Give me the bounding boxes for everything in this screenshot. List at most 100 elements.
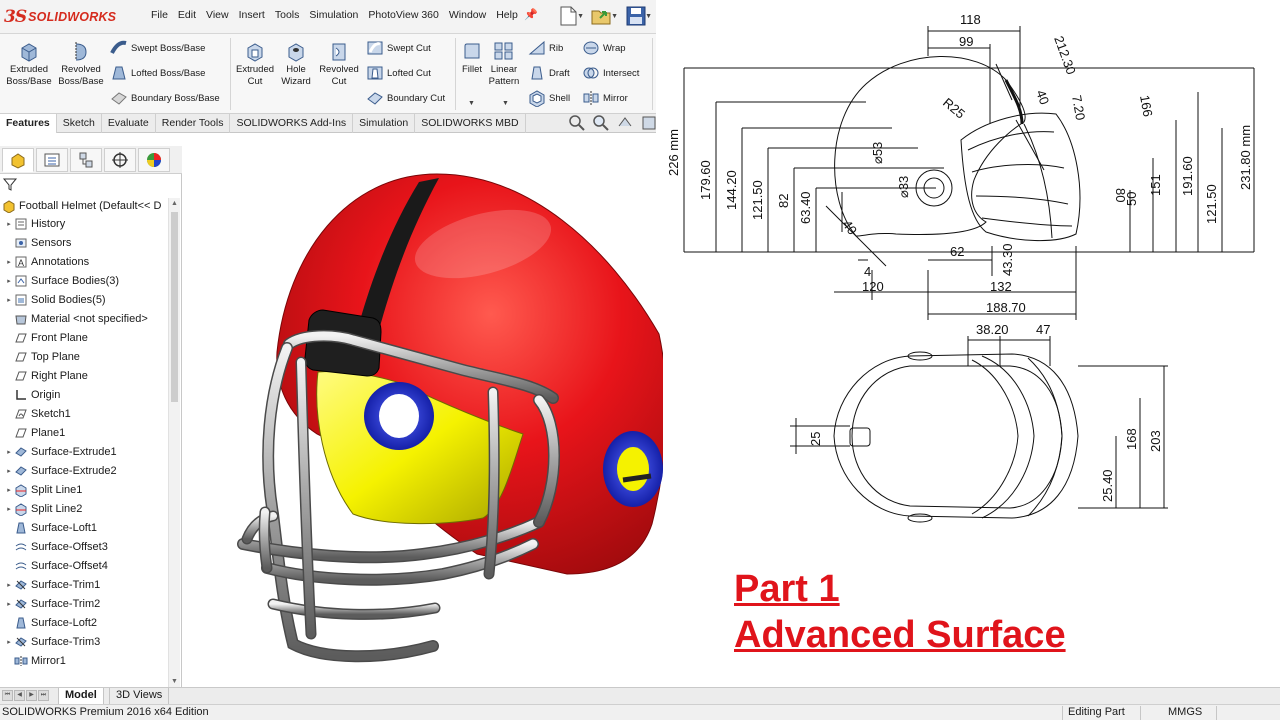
tab-features[interactable]: Features: [0, 114, 57, 133]
tree-item-surface-loft1[interactable]: Surface-Loft1: [4, 519, 97, 537]
chevron-down-icon[interactable]: ▼: [502, 100, 509, 107]
tab-sketch[interactable]: Sketch: [57, 114, 102, 133]
tree-root-part[interactable]: Football Helmet (Default<< D: [2, 198, 161, 214]
expand-arrow-icon[interactable]: ▸: [4, 505, 14, 513]
open-document-button[interactable]: ▼: [590, 4, 618, 28]
shell-button[interactable]: Shell: [528, 87, 570, 109]
feature-tree-scrollbar[interactable]: ▲ ▼: [168, 198, 180, 687]
configuration-manager-tab[interactable]: [70, 148, 102, 172]
tree-item-surface-trim2[interactable]: ▸ Surface-Trim2: [4, 595, 100, 613]
status-units[interactable]: MMGS: [1168, 706, 1202, 718]
menu-view[interactable]: View: [201, 9, 234, 21]
swept-boss-button[interactable]: Swept Boss/Base: [110, 37, 205, 59]
tree-item-annotations[interactable]: ▸ A Annotations: [4, 253, 89, 271]
tree-item-front-plane[interactable]: Front Plane: [4, 329, 88, 347]
filter-icon[interactable]: [2, 176, 18, 192]
extruded-boss-button[interactable]: Extruded Boss/Base: [4, 40, 54, 88]
wrap-button[interactable]: Wrap: [582, 37, 626, 59]
tree-item-surface-bodies[interactable]: ▸ Surface Bodies(3): [4, 272, 119, 290]
boundary-boss-button[interactable]: Boundary Boss/Base: [110, 87, 220, 109]
zoom-to-fit-icon[interactable]: [568, 114, 586, 132]
next-tab-icon[interactable]: ▶: [26, 690, 37, 701]
revolved-boss-icon: [75, 42, 87, 61]
first-tab-icon[interactable]: ⏮: [2, 690, 13, 701]
swept-cut-button[interactable]: Swept Cut: [366, 37, 431, 59]
tab-simulation[interactable]: Simulation: [353, 114, 416, 133]
expand-arrow-icon[interactable]: ▸: [4, 448, 14, 456]
tree-item-top-plane[interactable]: Top Plane: [4, 348, 80, 366]
save-button[interactable]: ▼: [624, 4, 652, 28]
rib-button[interactable]: Rib: [528, 37, 563, 59]
prev-tab-icon[interactable]: ◀: [14, 690, 25, 701]
tree-item-surface-loft2[interactable]: Surface-Loft2: [4, 614, 97, 632]
menu-window[interactable]: Window: [444, 9, 491, 21]
linear-pattern-button[interactable]: Linear Pattern: [484, 40, 524, 88]
previous-view-icon[interactable]: [616, 114, 634, 132]
tab-3d-views[interactable]: 3D Views: [109, 688, 170, 704]
display-manager-tab[interactable]: [138, 148, 170, 172]
zoom-to-area-icon[interactable]: [592, 114, 610, 132]
solidworks-logo[interactable]: 3S SOLIDWORKS: [4, 4, 130, 30]
lofted-boss-button[interactable]: Lofted Boss/Base: [110, 62, 205, 84]
tree-item-plane1[interactable]: Plane1: [4, 424, 65, 442]
lofted-cut-button[interactable]: Lofted Cut: [366, 62, 431, 84]
tab-addins[interactable]: SOLIDWORKS Add-Ins: [230, 114, 354, 133]
expand-arrow-icon[interactable]: ▸: [4, 277, 14, 285]
last-tab-icon[interactable]: ⏭: [38, 690, 49, 701]
tree-item-surface-trim1[interactable]: ▸ Surface-Trim1: [4, 576, 100, 594]
graphics-area[interactable]: [183, 134, 663, 687]
revolved-boss-button[interactable]: Revolved Boss/Base: [56, 40, 106, 88]
menu-photoview[interactable]: PhotoView 360: [363, 9, 443, 21]
tree-item-surface-extrude2[interactable]: ▸ Surface-Extrude2: [4, 462, 116, 480]
tree-item-sketch1[interactable]: Sketch1: [4, 405, 71, 423]
new-document-button[interactable]: ▼: [556, 4, 584, 28]
tree-item-history[interactable]: ▸ History: [4, 215, 65, 233]
scrollbar-thumb[interactable]: [171, 212, 178, 402]
tree-item-surface-offset3[interactable]: Surface-Offset3: [4, 538, 108, 556]
expand-arrow-icon[interactable]: ▸: [4, 486, 14, 494]
menu-simulation[interactable]: Simulation: [304, 9, 363, 21]
tree-item-mirror1[interactable]: Mirror1: [4, 652, 66, 670]
property-manager-tab[interactable]: [36, 148, 68, 172]
revolved-cut-button[interactable]: Revolved Cut: [314, 40, 364, 88]
menu-tools[interactable]: Tools: [270, 9, 305, 21]
menu-file[interactable]: File: [146, 9, 173, 21]
tree-item-sensors[interactable]: Sensors: [4, 234, 71, 252]
intersect-button[interactable]: Intersect: [582, 62, 639, 84]
pin-icon[interactable]: 📌: [524, 8, 538, 21]
tree-item-surface-offset4[interactable]: Surface-Offset4: [4, 557, 108, 575]
tab-mbd[interactable]: SOLIDWORKS MBD: [415, 114, 526, 133]
expand-arrow-icon[interactable]: ▸: [4, 600, 14, 608]
tab-model[interactable]: Model: [58, 688, 104, 704]
scroll-up-icon[interactable]: ▲: [171, 200, 178, 207]
tree-item-solid-bodies[interactable]: ▸ Solid Bodies(5): [4, 291, 105, 309]
menu-edit[interactable]: Edit: [173, 9, 201, 21]
menu-help[interactable]: Help: [491, 9, 523, 21]
feature-manager-tab[interactable]: [2, 148, 34, 172]
scroll-down-icon[interactable]: ▼: [171, 678, 178, 685]
dimxpert-manager-tab[interactable]: [104, 148, 136, 172]
menu-insert[interactable]: Insert: [234, 9, 270, 21]
tree-item-surface-extrude1[interactable]: ▸ Surface-Extrude1: [4, 443, 116, 461]
expand-arrow-icon[interactable]: ▸: [4, 467, 14, 475]
tree-item-right-plane[interactable]: Right Plane: [4, 367, 88, 385]
annotations-icon: A: [15, 256, 27, 268]
boundary-cut-button[interactable]: Boundary Cut: [366, 87, 445, 109]
tree-item-surface-trim3[interactable]: ▸ Surface-Trim3: [4, 633, 100, 651]
expand-arrow-icon[interactable]: ▸: [4, 638, 14, 646]
tab-evaluate[interactable]: Evaluate: [102, 114, 156, 133]
tree-item-split-line2[interactable]: ▸ Split Line2: [4, 500, 82, 518]
expand-arrow-icon[interactable]: ▸: [4, 258, 14, 266]
mirror-button[interactable]: Mirror: [582, 87, 628, 109]
chevron-down-icon[interactable]: ▼: [468, 100, 475, 107]
expand-arrow-icon[interactable]: ▸: [4, 296, 14, 304]
dim-40-top: 40: [1033, 88, 1052, 107]
expand-arrow-icon[interactable]: ▸: [4, 581, 14, 589]
draft-button[interactable]: Draft: [528, 62, 570, 84]
expand-arrow-icon[interactable]: ▸: [4, 220, 14, 228]
dim-120: 120: [862, 279, 884, 294]
tree-item-split-line1[interactable]: ▸ Split Line1: [4, 481, 82, 499]
tree-item-origin[interactable]: Origin: [4, 386, 60, 404]
tree-item-material[interactable]: Material <not specified>: [4, 310, 148, 328]
tab-render-tools[interactable]: Render Tools: [156, 114, 231, 133]
